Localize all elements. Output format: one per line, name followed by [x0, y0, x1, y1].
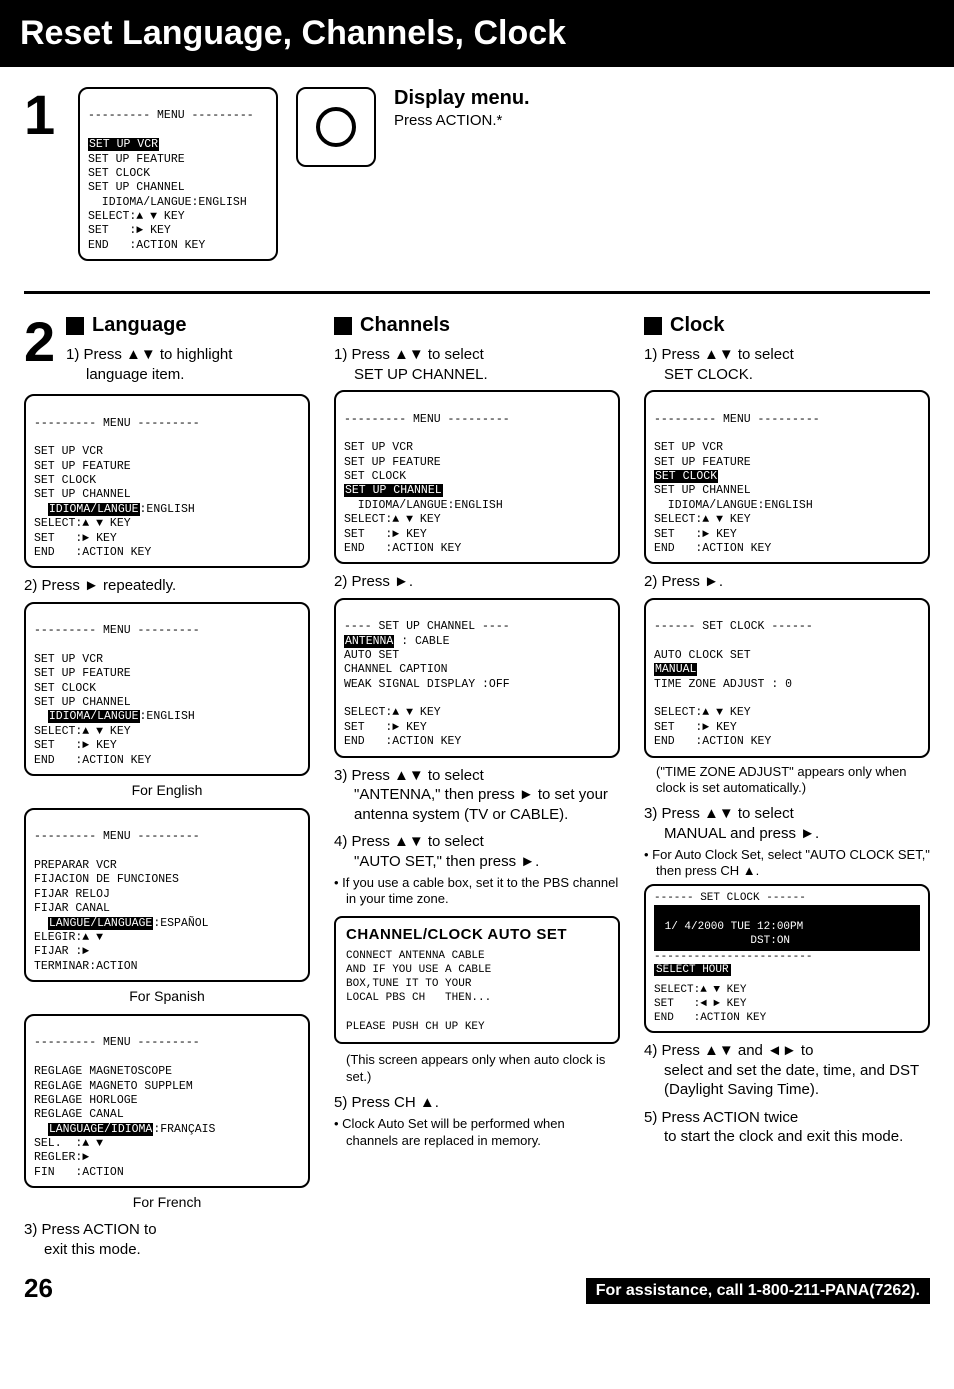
lang-step2: 2) Press ► repeatedly. — [24, 576, 310, 596]
osd-lines: SET UP FEATURE SET CLOCK SET UP CHANNEL … — [88, 153, 247, 252]
display-menu-sub: Press ACTION.* — [394, 112, 530, 129]
tz-note: ("TIME ZONE ADJUST" appears only when cl… — [644, 764, 930, 797]
step1-text: Display menu. Press ACTION.* — [394, 87, 530, 129]
channels-column: Channels 1) Press ▲▼ to select SET UP CH… — [334, 314, 620, 1263]
clk-step2: 2) Press ►. — [644, 572, 930, 592]
ch-step1: 1) Press ▲▼ to select SET UP CHANNEL. — [334, 345, 620, 384]
ch-osd1: --------- MENU --------- SET UP VCR SET … — [334, 390, 620, 564]
ch-step5: 5) Press CH ▲. — [334, 1093, 620, 1113]
channel-clock-autoset-box: CHANNEL/CLOCK AUTO SET CONNECT ANTENNA C… — [334, 916, 620, 1045]
square-bullet-icon — [66, 317, 84, 335]
assistance-banner: For assistance, call 1-800-211-PANA(7262… — [586, 1278, 930, 1304]
page-title: Reset Language, Channels, Clock — [0, 0, 954, 67]
autoset-caption: (This screen appears only when auto cloc… — [334, 1052, 620, 1085]
lang-osd-french: --------- MENU --------- REGLAGE MAGNETO… — [24, 1014, 310, 1188]
clk-step4: 4) Press ▲▼ and ◄► to select and set the… — [644, 1041, 930, 1100]
step-2-number: 2 — [24, 314, 60, 370]
osd-header: --------- MENU --------- — [88, 109, 254, 122]
lang-osd-spanish: --------- MENU --------- PREPARAR VCR FI… — [24, 808, 310, 982]
clk-osd2: ------ SET CLOCK ------ AUTO CLOCK SET M… — [644, 598, 930, 758]
clk-step1: 1) Press ▲▼ to select SET CLOCK. — [644, 345, 930, 384]
square-bullet-icon — [334, 317, 352, 335]
autoset-body: CONNECT ANTENNA CABLE AND IF YOU USE A C… — [346, 949, 608, 1035]
ch-step3: 3) Press ▲▼ to select "ANTENNA," then pr… — [334, 766, 620, 825]
ch-step5-note: Clock Auto Set will be performed when ch… — [334, 1116, 620, 1149]
clk-step3-note: For Auto Clock Set, select "AUTO CLOCK S… — [644, 847, 930, 880]
ch-step4: 4) Press ▲▼ to select "AUTO SET," then p… — [334, 832, 620, 871]
action-button-icon — [316, 107, 356, 147]
clk-step5: 5) Press ACTION twice to start the clock… — [644, 1108, 930, 1147]
clk-step3: 3) Press ▲▼ to select MANUAL and press ►… — [644, 804, 930, 843]
ch-step2: 2) Press ►. — [334, 572, 620, 592]
separator — [24, 291, 930, 294]
lang-osd-english: --------- MENU --------- SET UP VCR SET … — [24, 602, 310, 776]
footer: 26 For assistance, call 1-800-211-PANA(7… — [0, 1273, 954, 1314]
clock-column: Clock 1) Press ▲▼ to select SET CLOCK. -… — [644, 314, 930, 1263]
channels-heading: Channels — [360, 314, 450, 337]
clock-date-display: 1/ 4/2000 TUE 12:00PM DST:ON — [654, 905, 920, 950]
ch-step4-note: If you use a cable box, set it to the PB… — [334, 875, 620, 908]
step-1-number: 1 — [24, 87, 60, 143]
lang-osd1: --------- MENU --------- SET UP VCR SET … — [24, 394, 310, 568]
lang-step3: 3) Press ACTION to exit this mode. — [24, 1220, 310, 1259]
step-1-row: 1 --------- MENU --------- SET UP VCR SE… — [24, 87, 930, 261]
step1-osd: --------- MENU --------- SET UP VCR SET … — [78, 87, 278, 261]
language-column: 2 Language 1) Press ▲▼ to highlight lang… — [24, 314, 310, 1263]
ch-osd2: ---- SET UP CHANNEL ---- ANTENNA : CABLE… — [334, 598, 620, 758]
display-menu-heading: Display menu. — [394, 87, 530, 110]
autoset-title: CHANNEL/CLOCK AUTO SET — [346, 926, 608, 943]
clk-osd1: --------- MENU --------- SET UP VCR SET … — [644, 390, 930, 564]
clk-osd3: ------ SET CLOCK ------ 1/ 4/2000 TUE 12… — [644, 884, 930, 1034]
lang-step1: 1) Press ▲▼ to highlight language item. — [66, 345, 310, 384]
action-button-box — [296, 87, 376, 167]
osd-highlight: SET UP VCR — [88, 138, 159, 151]
caption-english: For English — [24, 782, 310, 798]
language-heading: Language — [92, 314, 186, 337]
caption-spanish: For Spanish — [24, 988, 310, 1004]
square-bullet-icon — [644, 317, 662, 335]
clock-heading: Clock — [670, 314, 724, 337]
caption-french: For French — [24, 1194, 310, 1210]
select-hour-highlight: SELECT HOUR — [654, 964, 731, 976]
page-number: 26 — [24, 1273, 53, 1304]
